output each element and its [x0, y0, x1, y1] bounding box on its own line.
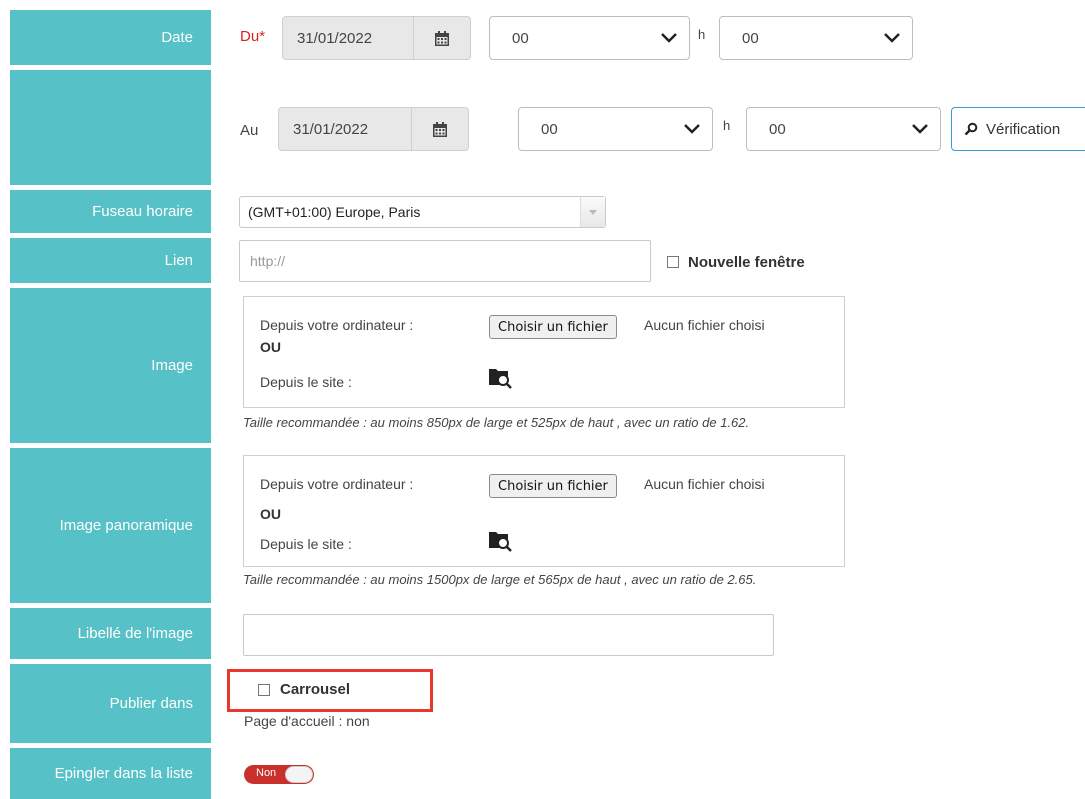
image-no-file-text: Aucun fichier choisi	[644, 317, 765, 333]
label-image: Image	[10, 288, 211, 443]
hour-separator: h	[723, 118, 731, 133]
chevron-down-icon	[684, 121, 700, 138]
date-to-minute-select[interactable]: 00	[746, 107, 941, 151]
label-publier: Publier dans	[10, 664, 211, 743]
date-to-hour-value: 00	[541, 120, 558, 138]
date-from-prefix-text: Du	[240, 28, 260, 45]
folder-search-icon[interactable]	[488, 528, 512, 557]
required-mark: *	[259, 28, 266, 45]
label-image-text: Image	[151, 357, 193, 374]
date-to-prefix: Au	[240, 122, 259, 139]
label-lien: Lien	[10, 238, 211, 283]
label-date-text: Date	[161, 29, 193, 46]
image-caption-input[interactable]	[243, 614, 774, 656]
image-choose-file-label: Choisir un fichier	[498, 319, 608, 335]
toggle-knob	[285, 766, 313, 783]
label-libelle-text: Libellé de l'image	[77, 625, 193, 642]
search-icon	[964, 122, 978, 136]
label-date: Date	[10, 10, 211, 65]
label-publier-text: Publier dans	[109, 695, 193, 712]
image-pano-choose-file-label: Choisir un fichier	[498, 478, 608, 494]
image-size-hint: Taille recommandée : au moins 850px de l…	[243, 415, 750, 430]
label-libelle: Libellé de l'image	[10, 608, 211, 659]
highlight-box	[227, 669, 433, 712]
label-epingler: Epingler dans la liste	[10, 748, 211, 799]
date-to-value: 31/01/2022	[293, 120, 369, 138]
date-from-minute-select[interactable]: 00	[719, 16, 913, 60]
image-upload-box	[243, 296, 845, 408]
label-date-end-spacer	[10, 70, 211, 185]
image-pano-from-site-label: Depuis le site :	[260, 536, 352, 552]
timezone-select[interactable]: (GMT+01:00) Europe, Paris	[239, 196, 606, 228]
pin-toggle[interactable]: Non	[244, 765, 314, 784]
image-pano-from-computer-label: Depuis votre ordinateur :	[260, 476, 414, 492]
date-from-minute-value: 00	[742, 29, 759, 47]
date-from-hour-value: 00	[512, 29, 529, 47]
link-input[interactable]: http://	[239, 240, 651, 282]
chevron-down-icon	[661, 30, 677, 47]
image-from-computer-label: Depuis votre ordinateur :	[260, 317, 414, 333]
label-image-pano-text: Image panoramique	[59, 517, 193, 534]
verification-label: Vérification	[986, 120, 1061, 138]
calendar-icon[interactable]	[413, 17, 470, 59]
date-to-minute-value: 00	[769, 120, 786, 138]
chevron-down-icon	[912, 121, 928, 138]
calendar-icon[interactable]	[411, 108, 468, 150]
new-window-label: Nouvelle fenêtre	[688, 254, 805, 271]
date-to-field[interactable]: 31/01/2022	[278, 107, 469, 151]
chevron-down-icon	[884, 30, 900, 47]
image-choose-file-button[interactable]: Choisir un fichier	[489, 315, 617, 339]
folder-search-icon[interactable]	[488, 365, 512, 394]
date-from-prefix: Du*	[240, 28, 265, 45]
select-arrow-icon	[580, 197, 605, 227]
image-pano-no-file-text: Aucun fichier choisi	[644, 476, 765, 492]
image-or-text: OU	[260, 339, 281, 355]
label-fuseau-text: Fuseau horaire	[92, 203, 193, 220]
image-pano-or-text: OU	[260, 506, 281, 522]
pin-toggle-label: Non	[256, 767, 277, 779]
new-window-checkbox[interactable]	[667, 256, 679, 268]
date-to-hour-select[interactable]: 00	[518, 107, 713, 151]
label-fuseau: Fuseau horaire	[10, 190, 211, 233]
timezone-value: (GMT+01:00) Europe, Paris	[248, 204, 421, 220]
date-from-hour-select[interactable]: 00	[489, 16, 690, 60]
homepage-status-text: Page d'accueil : non	[244, 713, 370, 729]
date-from-field[interactable]: 31/01/2022	[282, 16, 471, 60]
hour-separator: h	[698, 27, 706, 42]
image-pano-choose-file-button[interactable]: Choisir un fichier	[489, 474, 617, 498]
verification-button[interactable]: Vérification	[951, 107, 1085, 151]
image-from-site-label: Depuis le site :	[260, 374, 352, 390]
label-image-pano: Image panoramique	[10, 448, 211, 603]
link-placeholder: http://	[250, 253, 286, 269]
label-lien-text: Lien	[164, 252, 193, 269]
label-epingler-text: Epingler dans la liste	[54, 765, 193, 782]
image-pano-size-hint: Taille recommandée : au moins 1500px de …	[243, 572, 757, 587]
date-from-value: 31/01/2022	[297, 29, 373, 47]
